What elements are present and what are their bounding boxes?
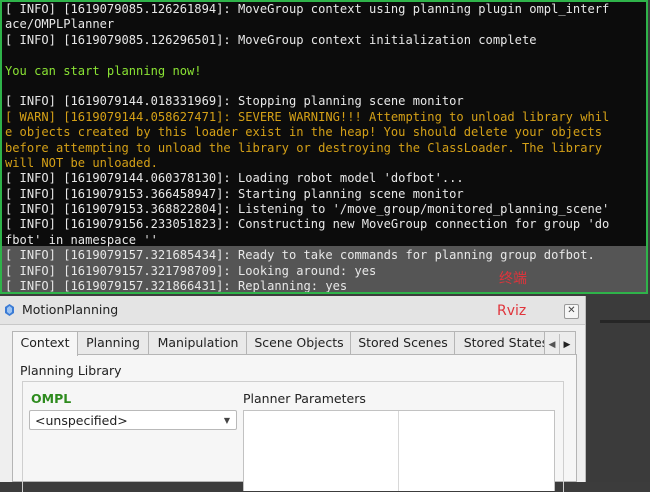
motion-planning-panel: MotionPlanning Rviz ✕ Context Planning M…	[0, 296, 586, 492]
terminal-line: [ INFO] [1619079156.233051823]: Construc…	[5, 217, 610, 232]
terminal-line: before attempting to unload the library …	[5, 140, 603, 155]
tab-manipulation[interactable]: Manipulation	[148, 331, 248, 354]
panel-divider	[600, 320, 650, 323]
terminal-line: [ INFO] [1619079144.060378130]: Loading …	[5, 171, 464, 186]
terminal-line: [ INFO] [1619079157.321798709]: Looking …	[5, 263, 377, 278]
panel-title-bar[interactable]: MotionPlanning Rviz ✕	[0, 296, 585, 325]
planner-parameters-table[interactable]	[243, 410, 555, 491]
panel-title: MotionPlanning	[22, 302, 119, 317]
terminal-line: [ INFO] [1619079157.321685434]: Ready to…	[5, 248, 595, 263]
planner-select[interactable]: <unspecified> ▼	[29, 410, 237, 430]
terminal-line: [ WARN] [1619079144.058627471]: SEVERE W…	[5, 109, 610, 124]
chevron-down-icon: ▼	[223, 416, 230, 425]
terminal-annotation-label: 终端	[499, 271, 527, 287]
terminal-line: [ INFO] [1619079153.368822804]: Listenin…	[5, 202, 610, 217]
terminal-line: [ INFO] [1619079144.018331969]: Stopping…	[5, 94, 464, 109]
terminal-line: fbot' in namespace ''	[5, 232, 158, 247]
terminal-line: ace/OMPLPlanner	[5, 17, 115, 32]
motion-planning-icon	[5, 304, 14, 316]
planning-library-group: OMPL Planner Parameters <unspecified> ▼	[22, 381, 564, 492]
rviz-annotation-label: Rviz	[497, 303, 527, 319]
tab-stored-states[interactable]: Stored States	[454, 331, 558, 354]
terminal-line: You can start planning now!	[5, 63, 202, 78]
planner-parameters-label: Planner Parameters	[243, 391, 366, 406]
close-icon[interactable]: ✕	[564, 304, 579, 319]
tab-stored-scenes[interactable]: Stored Scenes	[350, 331, 456, 354]
terminal-line: [ INFO] [1619079153.366458947]: Starting…	[5, 186, 464, 201]
planning-library-label: Planning Library	[20, 363, 122, 378]
ompl-label: OMPL	[31, 391, 72, 406]
terminal-line: [ INFO] [1619079085.126296501]: MoveGrou…	[5, 32, 537, 47]
table-column-divider	[398, 411, 399, 491]
planner-select-value: <unspecified>	[35, 413, 128, 428]
tab-scroll-right-icon[interactable]: ▶	[559, 334, 574, 356]
terminal-output: [ INFO] [1619079085.126261894]: MoveGrou…	[5, 2, 646, 294]
terminal-line: [ INFO] [1619079085.126261894]: MoveGrou…	[5, 2, 610, 16]
terminal-line: will NOT be unloaded.	[5, 155, 158, 170]
tab-scroll-left-icon[interactable]: ◀	[545, 334, 559, 356]
context-tab-content: Planning Library OMPL Planner Parameters…	[12, 354, 577, 492]
terminal-line: e objects created by this loader exist i…	[5, 125, 603, 140]
terminal-line: [ INFO] [1619079157.321866431]: Replanni…	[5, 279, 348, 294]
tab-scene-objects[interactable]: Scene Objects	[246, 331, 352, 354]
tab-context[interactable]: Context	[12, 331, 78, 356]
tab-scroll-buttons: ◀ ▶	[544, 331, 576, 356]
background-desktop	[586, 296, 650, 482]
terminal-window: [ INFO] [1619079085.126261894]: MoveGrou…	[0, 0, 648, 294]
panel-tabs: Context Planning Manipulation Scene Obje…	[12, 331, 572, 356]
tab-planning[interactable]: Planning	[76, 331, 150, 354]
